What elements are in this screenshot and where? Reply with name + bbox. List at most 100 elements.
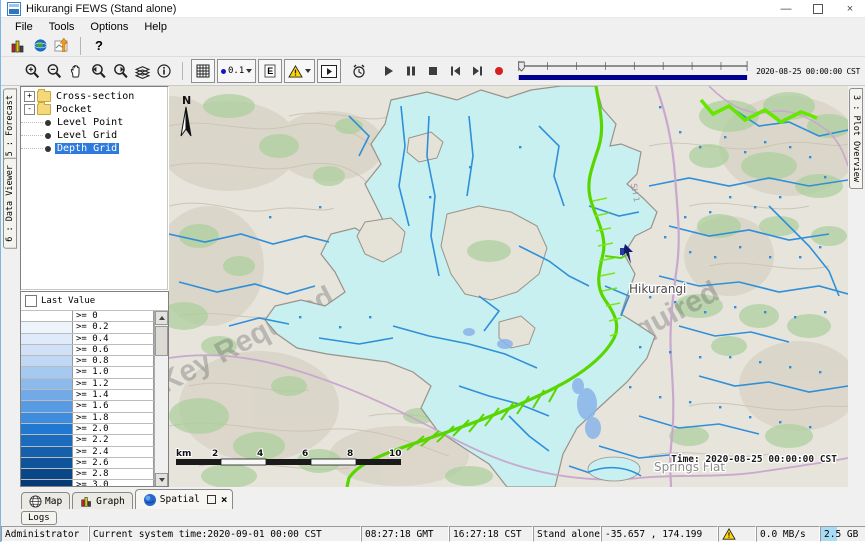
warning-threshold-dropdown[interactable] xyxy=(284,59,315,83)
menu-tools[interactable]: Tools xyxy=(41,21,83,33)
zoom-in-button[interactable] xyxy=(21,60,43,82)
tab-graph[interactable]: Graph xyxy=(72,492,133,509)
scrollbar-track[interactable] xyxy=(155,356,168,473)
svg-text:6: 6 xyxy=(302,449,308,459)
tree-node-label[interactable]: Level Point xyxy=(55,117,125,128)
legend-row: >= 1.6 xyxy=(21,401,154,412)
step-forward-icon xyxy=(471,65,484,77)
tree-node-label-selected[interactable]: Depth Grid xyxy=(55,143,119,154)
legend-title: Last Value xyxy=(41,296,95,306)
timer-button[interactable] xyxy=(348,60,370,82)
layers-button[interactable] xyxy=(131,60,153,82)
collapse-icon[interactable]: - xyxy=(24,104,35,115)
profile-display-button[interactable] xyxy=(51,35,73,57)
tab-map-label: Map xyxy=(45,496,62,507)
menu-help[interactable]: Help xyxy=(136,21,175,33)
status-mode: Stand alone xyxy=(533,526,601,542)
record-button[interactable] xyxy=(488,60,510,82)
scrollbar-thumb[interactable] xyxy=(155,326,168,356)
expand-icon[interactable]: + xyxy=(24,91,35,102)
menu-file[interactable]: File xyxy=(7,21,41,33)
color-swatch xyxy=(21,469,73,479)
title-bar: Hikurangi FEWS (Stand alone) — × xyxy=(1,0,865,18)
time-slider-track xyxy=(516,58,750,84)
arrow-up-icon xyxy=(159,316,165,320)
svg-text:10: 10 xyxy=(389,449,402,459)
label-toggle-button[interactable]: E xyxy=(258,59,282,83)
zoom-out-icon xyxy=(46,63,63,80)
node-bullet-icon xyxy=(45,146,51,152)
tree-node-pocket[interactable]: - Pocket xyxy=(21,103,168,116)
play-button[interactable] xyxy=(378,60,400,82)
zoom-in-icon xyxy=(24,63,41,80)
scroll-up-button[interactable] xyxy=(155,311,168,325)
pause-icon xyxy=(405,65,417,77)
tree-guide-line xyxy=(21,122,43,123)
maximize-icon xyxy=(813,4,823,14)
tab-plot-overview[interactable]: 3 : Plot Overview xyxy=(849,88,863,189)
tab-spatial[interactable]: Spatial × xyxy=(135,489,234,509)
last-value-checkbox[interactable] xyxy=(25,295,37,307)
pan-button[interactable] xyxy=(65,60,87,82)
stop-button[interactable] xyxy=(422,60,444,82)
tree-node-level-grid[interactable]: Level Grid xyxy=(21,129,168,142)
color-swatch xyxy=(21,379,73,389)
bottom-tab-bar: Map Graph Spatial × xyxy=(1,487,865,509)
status-memory: 2.5 GB xyxy=(820,526,865,542)
tree-guide-line xyxy=(21,135,43,136)
legend-row: >= 2.6 xyxy=(21,458,154,469)
info-icon xyxy=(156,63,172,79)
map-viewport[interactable]: API Key Required API Key Required xyxy=(169,86,848,487)
close-button[interactable]: × xyxy=(834,0,865,17)
tree-node-label[interactable]: Cross-section xyxy=(54,91,136,102)
application-window: Hikurangi FEWS (Stand alone) — × File To… xyxy=(0,0,865,542)
tab-map[interactable]: Map xyxy=(21,492,70,509)
legend-row: >= 0.2 xyxy=(21,322,154,333)
grid-icon xyxy=(196,64,210,78)
tree-node-label[interactable]: Pocket xyxy=(54,104,94,115)
undock-icon[interactable] xyxy=(207,495,216,504)
tree-node-depth-grid[interactable]: Depth Grid xyxy=(21,142,168,155)
tab-forecast[interactable]: 5 : Forecast xyxy=(3,88,17,163)
tab-spatial-label: Spatial xyxy=(160,494,200,505)
map-display-button[interactable] xyxy=(29,35,51,57)
status-local-time: 16:27:18 CST xyxy=(449,526,533,542)
tree-node-label[interactable]: Level Grid xyxy=(55,130,119,141)
layers-icon xyxy=(134,63,151,80)
time-slider-thumb[interactable] xyxy=(519,62,525,71)
tree-node-level-point[interactable]: Level Point xyxy=(21,116,168,129)
logs-bar: Logs xyxy=(1,509,865,526)
maximize-button[interactable] xyxy=(802,0,834,17)
record-icon xyxy=(493,65,505,77)
legend-row: >= 1.0 xyxy=(21,367,154,378)
animation-button[interactable] xyxy=(317,59,341,83)
menu-options[interactable]: Options xyxy=(82,21,136,33)
help-button[interactable]: ? xyxy=(88,35,110,57)
color-swatch xyxy=(21,322,73,332)
status-warning-cell[interactable] xyxy=(718,526,756,542)
blue-globe-icon xyxy=(143,493,157,507)
tree-guide-line xyxy=(21,148,43,149)
status-system-time: Current system time:2020-09-01 00:00 CST xyxy=(89,526,361,542)
contour-interval-dropdown[interactable]: 0.1 xyxy=(217,59,256,83)
legend-row: >= 2.8 xyxy=(21,469,154,480)
time-slider[interactable] xyxy=(516,58,750,84)
zoom-next-button[interactable] xyxy=(109,60,131,82)
map-canvas: API Key Required API Key Required xyxy=(169,86,848,487)
town-label: Hikurangi xyxy=(629,282,686,296)
zoom-previous-button[interactable] xyxy=(87,60,109,82)
pause-button[interactable] xyxy=(400,60,422,82)
minimize-button[interactable]: — xyxy=(770,0,802,17)
legend-scrollbar[interactable] xyxy=(154,311,168,487)
scroll-down-button[interactable] xyxy=(155,473,168,487)
info-button[interactable] xyxy=(153,60,175,82)
bar-chart-icon xyxy=(10,38,26,54)
zoom-out-button[interactable] xyxy=(43,60,65,82)
tab-data-viewer[interactable]: 6 : Data Viewer xyxy=(3,158,17,249)
step-backward-button[interactable] xyxy=(444,60,466,82)
close-tab-icon[interactable]: × xyxy=(221,493,228,506)
step-forward-button[interactable] xyxy=(466,60,488,82)
database-viewer-button[interactable] xyxy=(7,35,29,57)
grid-display-button[interactable] xyxy=(191,59,215,83)
logs-button[interactable]: Logs xyxy=(21,511,57,525)
